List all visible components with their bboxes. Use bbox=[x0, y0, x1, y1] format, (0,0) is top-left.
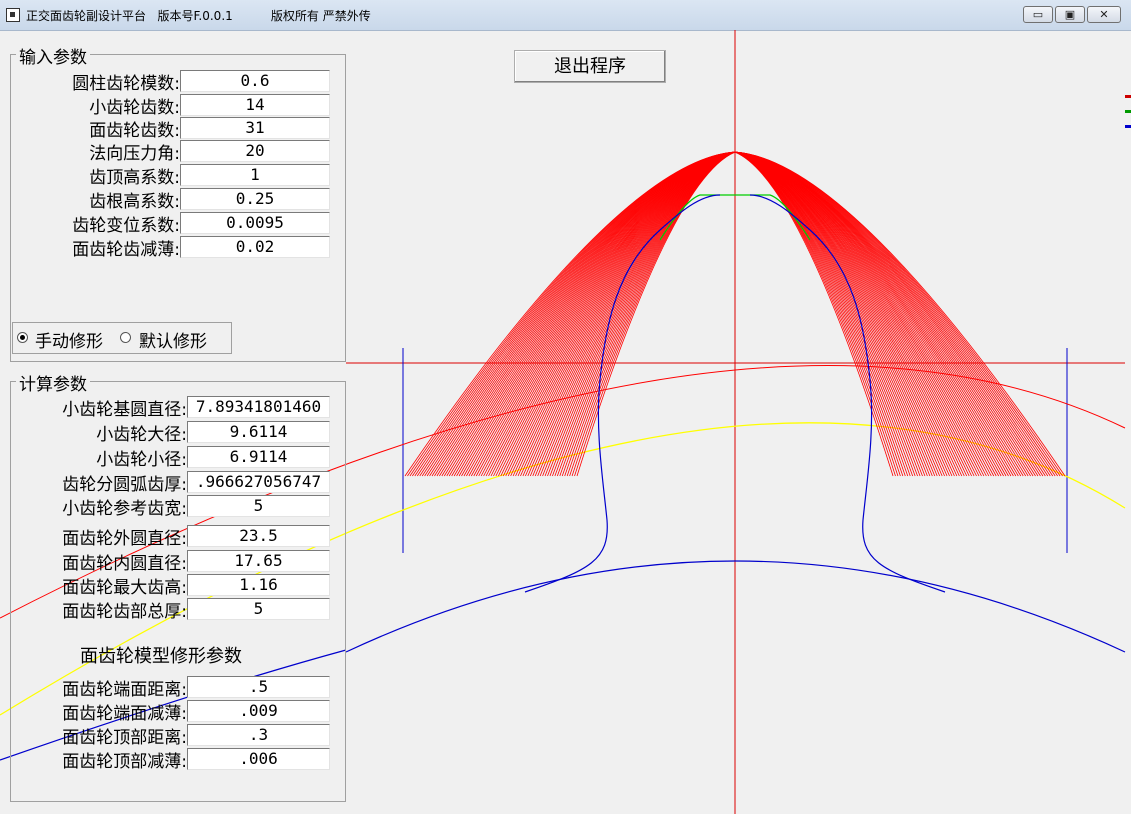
minimize-button[interactable]: ▭ bbox=[1023, 6, 1053, 23]
input-params-title: 输入参数 bbox=[16, 43, 90, 68]
modification-heading: 面齿轮模型修形参数 bbox=[80, 646, 242, 667]
input-param-label: 面齿轮齿数: bbox=[89, 121, 180, 141]
tooth-flank-line-left bbox=[515, 151, 736, 477]
maximize-icon: ▣ bbox=[1064, 8, 1076, 21]
input-param-input[interactable]: 0.25 bbox=[180, 188, 330, 210]
manual-mode-label[interactable]: 手动修形 bbox=[35, 327, 103, 352]
input-param-label: 小齿轮齿数: bbox=[89, 98, 180, 118]
input-param-label: 圆柱齿轮模数: bbox=[72, 74, 180, 94]
minimize-icon: ▭ bbox=[1032, 8, 1044, 21]
exit-button[interactable]: 退出程序 bbox=[514, 50, 666, 83]
input-param-input[interactable]: 20 bbox=[180, 140, 330, 162]
calc-param-label: 小齿轮参考齿宽: bbox=[62, 499, 187, 519]
default-mode-label[interactable]: 默认修形 bbox=[139, 327, 207, 352]
calc-param-input[interactable]: 7.89341801460 bbox=[187, 396, 330, 418]
tooth-flank-line-right bbox=[734, 151, 943, 477]
calc-param-input[interactable]: 6.9114 bbox=[187, 446, 330, 468]
calc-param-label: 面齿轮内圆直径: bbox=[62, 554, 187, 574]
calc-param-label: 面齿轮最大齿高: bbox=[62, 578, 187, 598]
input-param-input[interactable]: 31 bbox=[180, 117, 330, 139]
mod-param-label: 面齿轮顶部减薄: bbox=[62, 752, 187, 772]
tooth-flank-line-right bbox=[734, 151, 997, 477]
calc-param-label: 小齿轮大径: bbox=[96, 425, 187, 445]
input-param-input[interactable]: 0.6 bbox=[180, 70, 330, 92]
edge-mark bbox=[1125, 110, 1131, 113]
calc-param-label: 面齿轮齿部总厚: bbox=[62, 602, 187, 622]
calc-param-label: 面齿轮外圆直径: bbox=[62, 529, 187, 549]
tooth-flank-line-left bbox=[475, 151, 736, 477]
calc-param-input[interactable]: 23.5 bbox=[187, 525, 330, 547]
title-bar[interactable]: 正交面齿轮副设计平台 版本号F.0.0.1 版权所有 严禁外传 ▭ ▣ ✕ bbox=[0, 0, 1131, 31]
tooth-flank-line-right bbox=[734, 151, 955, 477]
tooth-flank-line-right bbox=[734, 151, 941, 477]
window-title: 正交面齿轮副设计平台 版本号F.0.0.1 版权所有 严禁外传 bbox=[26, 9, 371, 23]
input-param-label: 齿顶高系数: bbox=[89, 168, 180, 188]
input-param-label: 齿根高系数: bbox=[89, 192, 180, 212]
calc-param-input[interactable]: 9.6114 bbox=[187, 421, 330, 443]
calc-param-input[interactable]: .966627056747 bbox=[187, 471, 330, 493]
mod-param-input[interactable]: .3 bbox=[187, 724, 330, 746]
mod-param-label: 面齿轮顶部距离: bbox=[62, 728, 187, 748]
mod-param-input[interactable]: .009 bbox=[187, 700, 330, 722]
mod-param-label: 面齿轮端面减薄: bbox=[62, 704, 187, 724]
close-button[interactable]: ✕ bbox=[1087, 6, 1121, 23]
default-mode-radio[interactable] bbox=[120, 332, 131, 343]
app-icon bbox=[6, 8, 20, 22]
close-icon: ✕ bbox=[1099, 8, 1109, 21]
mod-param-input[interactable]: .5 bbox=[187, 676, 330, 698]
calc-param-input[interactable]: 17.65 bbox=[187, 550, 330, 572]
tooth-flank-line-left bbox=[529, 151, 736, 477]
calc-param-label: 小齿轮基圆直径: bbox=[62, 400, 187, 420]
input-param-input[interactable]: 1 bbox=[180, 164, 330, 186]
calc-params-title: 计算参数 bbox=[16, 370, 90, 395]
calc-param-label: 齿轮分圆弧齿厚: bbox=[62, 475, 187, 495]
manual-mode-radio[interactable] bbox=[17, 332, 28, 343]
calc-param-input[interactable]: 5 bbox=[187, 598, 330, 620]
maximize-button[interactable]: ▣ bbox=[1055, 6, 1085, 23]
edge-mark bbox=[1125, 125, 1131, 128]
input-param-label: 法向压力角: bbox=[89, 144, 180, 164]
tooth-flank-line-right bbox=[734, 151, 995, 477]
calc-param-input[interactable]: 5 bbox=[187, 495, 330, 517]
input-param-label: 齿轮变位系数: bbox=[72, 216, 180, 236]
tooth-flank-line-left bbox=[527, 151, 736, 477]
input-param-input[interactable]: 0.02 bbox=[180, 236, 330, 258]
edge-mark bbox=[1125, 95, 1131, 98]
calc-param-input[interactable]: 1.16 bbox=[187, 574, 330, 596]
mod-param-label: 面齿轮端面距离: bbox=[62, 680, 187, 700]
calc-param-label: 小齿轮小径: bbox=[96, 450, 187, 470]
mod-param-input[interactable]: .006 bbox=[187, 748, 330, 770]
input-param-label: 面齿轮齿减薄: bbox=[72, 240, 180, 260]
tooth-flank-line-left bbox=[473, 151, 736, 477]
mode-radio-panel: 手动修形 默认修形 bbox=[12, 322, 232, 354]
input-param-input[interactable]: 14 bbox=[180, 94, 330, 116]
input-param-input[interactable]: 0.0095 bbox=[180, 212, 330, 234]
